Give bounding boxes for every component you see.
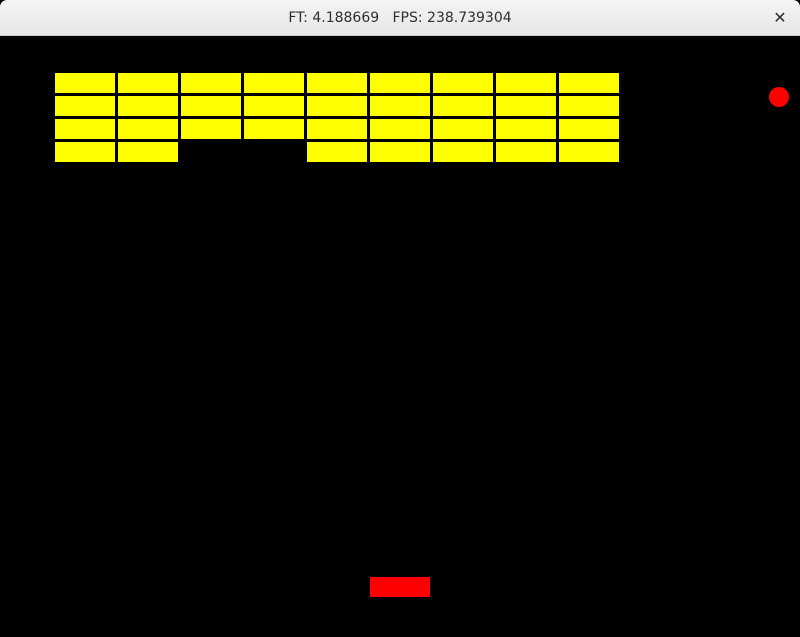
brick: [243, 118, 305, 140]
brick: [369, 118, 431, 140]
brick: [180, 95, 242, 117]
brick: [432, 95, 494, 117]
close-icon[interactable]: ✕: [768, 6, 792, 30]
brick: [306, 95, 368, 117]
brick: [54, 118, 116, 140]
brick: [558, 141, 620, 163]
brick: [117, 118, 179, 140]
paddle[interactable]: [370, 577, 430, 597]
brick: [243, 72, 305, 94]
brick: [495, 118, 557, 140]
brick: [369, 72, 431, 94]
brick: [306, 118, 368, 140]
window-title: FT: 4.188669 FPS: 238.739304: [288, 10, 512, 26]
brick: [432, 72, 494, 94]
brick: [117, 141, 179, 163]
brick: [243, 95, 305, 117]
brick: [180, 72, 242, 94]
brick: [117, 95, 179, 117]
brick: [54, 72, 116, 94]
brick: [495, 141, 557, 163]
brick: [558, 95, 620, 117]
game-playfield[interactable]: [0, 37, 800, 637]
brick: [180, 118, 242, 140]
brick: [117, 72, 179, 94]
brick: [432, 118, 494, 140]
brick: [54, 141, 116, 163]
brick: [495, 72, 557, 94]
brick: [432, 141, 494, 163]
brick: [306, 141, 368, 163]
brick: [558, 118, 620, 140]
ball: [769, 87, 789, 107]
brick: [306, 72, 368, 94]
brick: [558, 72, 620, 94]
brick: [369, 95, 431, 117]
game-window: FT: 4.188669 FPS: 238.739304 ✕: [0, 0, 800, 637]
brick: [495, 95, 557, 117]
title-bar[interactable]: FT: 4.188669 FPS: 238.739304 ✕: [0, 0, 800, 36]
brick: [54, 95, 116, 117]
brick: [369, 141, 431, 163]
